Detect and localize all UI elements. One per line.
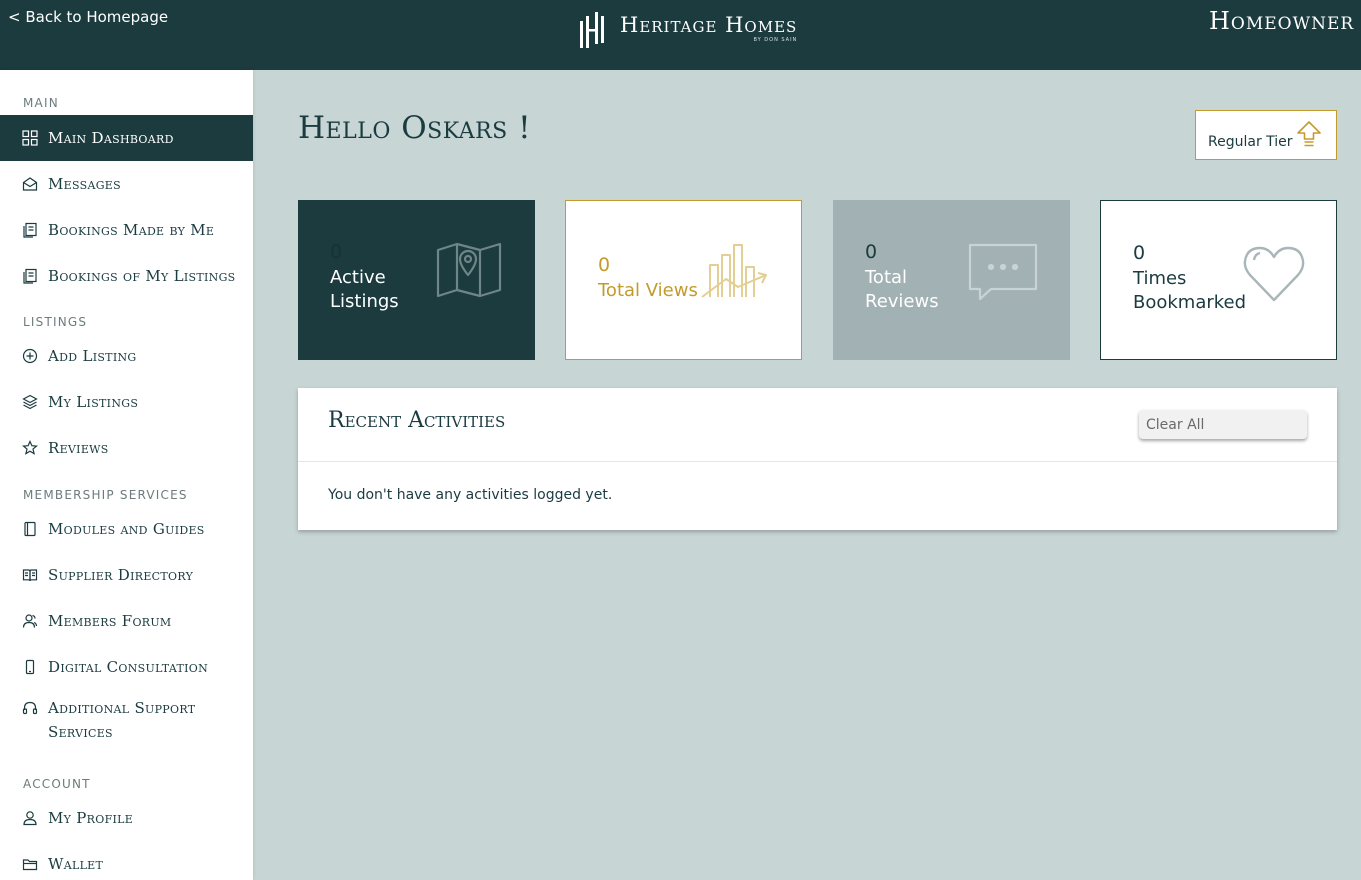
sidebar-item-label: Main Dashboard [48,129,174,147]
wallet-icon [22,859,38,871]
page-title: Hello Oskars ! [298,110,532,146]
back-to-homepage-link[interactable]: < Back to Homepage [8,8,168,26]
sidebar-item-bookings-of-my-listings[interactable]: Bookings of My Listings [0,253,253,299]
panel-title: Recent Activities [328,408,506,433]
sidebar-section-account: ACCOUNT [23,777,91,791]
layers-icon [22,394,38,410]
stat-card-total-reviews[interactable]: 0 Total Reviews [833,200,1070,360]
site-logo[interactable]: Heritage Homes BY DON SAIN [578,12,797,48]
stat-card-active-listings[interactable]: 0 Active Listings [298,200,535,360]
sidebar-item-label: Bookings Made by Me [48,221,215,239]
sidebar-item-label: Reviews [48,439,109,457]
panel-header: Recent Activities Clear All [298,388,1337,462]
sidebar-item-label: Wallet [48,855,104,873]
map-icon [436,242,502,298]
star-icon [22,440,38,455]
stat-value: 0 [330,241,343,263]
sidebar-section-listings: LISTINGS [23,315,88,329]
role-title: Homeowner [1209,7,1355,35]
sidebar-item-my-profile[interactable]: My Profile [0,795,253,841]
plus-circle-icon [22,348,38,364]
sidebar-item-label: Additional Support Services [48,699,196,741]
sidebar-item-label: Messages [48,175,121,193]
sidebar-item-label: Supplier Directory [48,566,194,584]
mobile-icon [25,659,35,675]
sidebar-item-reviews[interactable]: Reviews [0,425,253,471]
sidebar-item-digital-consultation[interactable]: Digital Consultation [0,644,253,690]
clear-all-button[interactable]: Clear All [1139,410,1307,439]
heart-icon [1243,246,1305,302]
sidebar-item-main-dashboard[interactable]: Main Dashboard [0,115,253,161]
open-book-icon [22,569,38,582]
logo-mark-icon [580,12,604,48]
grid-icon [22,130,38,146]
tier-button[interactable]: Regular Tier [1195,110,1337,160]
logo-name: Heritage Homes [620,13,798,37]
sidebar-item-label: My Listings [48,393,139,411]
document-icon [23,222,37,238]
headset-icon [22,701,38,715]
recent-activities-panel: Recent Activities Clear All You don't ha… [298,388,1337,530]
sidebar-item-label: My Profile [48,809,134,827]
sidebar-item-my-listings[interactable]: My Listings [0,379,253,425]
logo-subtitle: BY DON SAIN [753,37,798,43]
stat-card-total-views[interactable]: 0 Total Views [565,200,802,360]
chart-growth-icon [701,244,767,298]
sidebar-item-label: Digital Consultation [48,658,208,676]
stat-card-times-bookmarked[interactable]: 0 Times Bookmarked [1100,200,1337,360]
sidebar: MAIN Main Dashboard Messages Bookings Ma… [0,70,253,880]
sidebar-item-label: Modules and Guides [48,520,205,538]
document-icon [23,268,37,284]
sidebar-item-members-forum[interactable]: Members Forum [0,598,253,644]
chat-bubble-icon [968,243,1038,301]
empty-activities-message: You don't have any activities logged yet… [328,487,613,503]
book-icon [24,521,36,537]
sidebar-item-modules-and-guides[interactable]: Modules and Guides [0,506,253,552]
top-header: < Back to Homepage Heritage Homes BY DON… [0,0,1361,70]
envelope-icon [22,177,38,191]
sidebar-item-wallet[interactable]: Wallet [0,841,253,880]
sidebar-item-add-listing[interactable]: Add Listing [0,333,253,379]
upgrade-arrow-icon [1297,121,1321,147]
sidebar-item-label: Members Forum [48,612,172,630]
sidebar-item-label: Bookings of My Listings [48,267,236,285]
sidebar-item-messages[interactable]: Messages [0,161,253,207]
users-icon [22,614,38,628]
stat-value: 0 [1133,242,1146,264]
sidebar-item-additional-support[interactable]: Additional Support Services [0,690,253,746]
sidebar-item-bookings-made-by-me[interactable]: Bookings Made by Me [0,207,253,253]
tier-label: Regular Tier [1208,134,1293,150]
sidebar-section-main: MAIN [23,96,59,110]
sidebar-item-label: Add Listing [48,347,137,365]
sidebar-section-membership: MEMBERSHIP SERVICES [23,488,188,502]
sidebar-item-supplier-directory[interactable]: Supplier Directory [0,552,253,598]
user-icon [23,811,37,826]
stat-label: Active Listings [330,267,399,312]
